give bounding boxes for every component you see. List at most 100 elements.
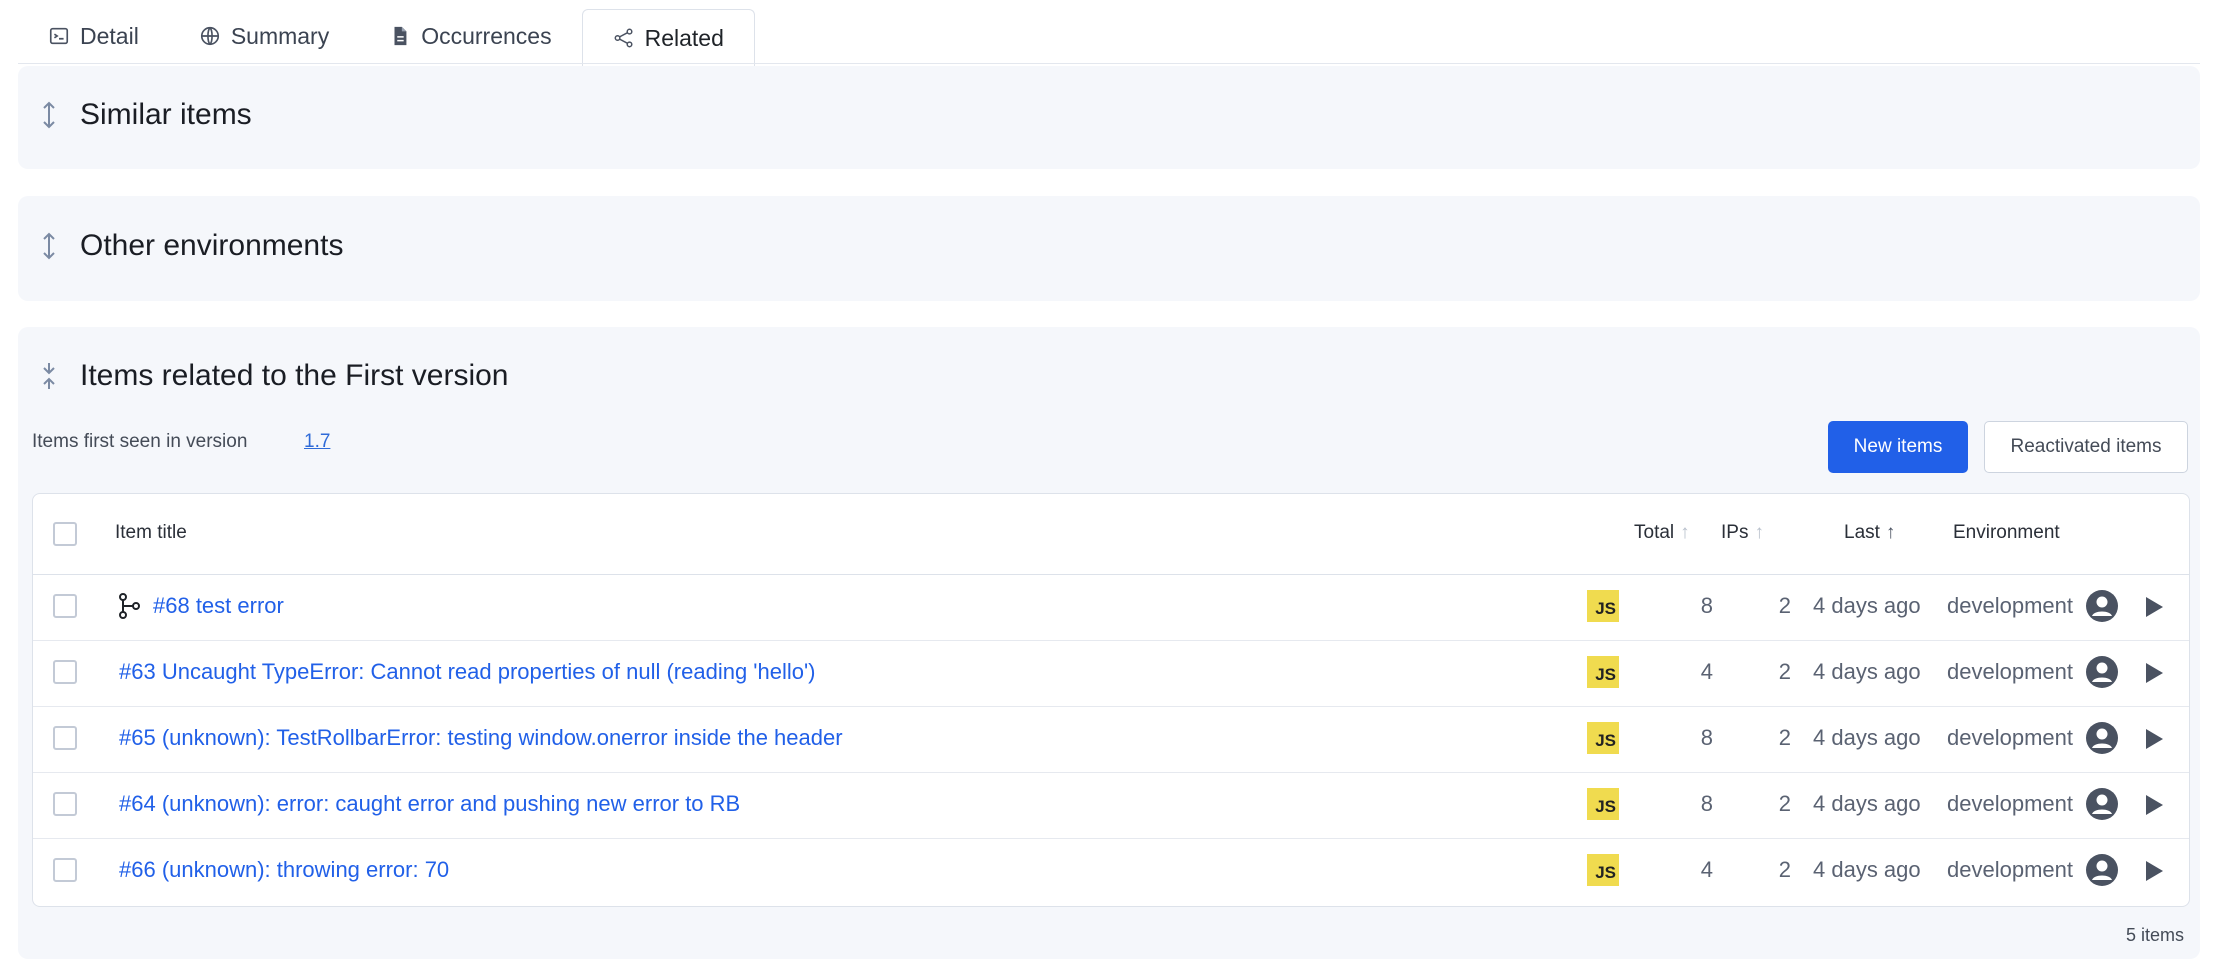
language-label: JS bbox=[1595, 665, 1616, 684]
total-count: 4 bbox=[1700, 857, 1713, 882]
ips-count: 2 bbox=[1778, 725, 1791, 750]
environment-value: development bbox=[1947, 857, 2073, 882]
ips-count: 2 bbox=[1778, 791, 1791, 816]
tab-label: Detail bbox=[80, 22, 139, 49]
play-icon[interactable] bbox=[2143, 793, 2165, 817]
file-icon bbox=[394, 26, 407, 46]
total-count: 8 bbox=[1700, 791, 1713, 816]
row-checkbox[interactable] bbox=[53, 660, 77, 684]
total-count: 8 bbox=[1700, 725, 1713, 750]
expand-vertical-icon bbox=[43, 232, 55, 260]
ips-count: 2 bbox=[1778, 857, 1791, 882]
tab-detail[interactable]: Detail bbox=[18, 8, 169, 64]
table-header: Item title Total ↑ IPs ↑ Last ↑ Environment bbox=[33, 494, 2189, 575]
javascript-icon: JS bbox=[1587, 656, 1619, 688]
header-label: IPs bbox=[1721, 522, 1749, 543]
user-avatar-icon[interactable] bbox=[2085, 853, 2119, 887]
last-seen: 4 days ago bbox=[1813, 659, 1921, 684]
similar-items-header[interactable]: Similar items bbox=[38, 98, 252, 132]
tab-related[interactable]: Related bbox=[581, 9, 755, 66]
tabs-divider bbox=[18, 63, 2200, 64]
reactivated-items-button[interactable]: Reactivated items bbox=[1984, 421, 2188, 473]
tab-summary[interactable]: Summary bbox=[169, 8, 359, 64]
header-ips[interactable]: IPs ↑ bbox=[1721, 522, 1764, 544]
first-version-section: Items related to the First version Items… bbox=[18, 327, 2200, 959]
play-icon[interactable] bbox=[2143, 859, 2165, 883]
ips-count: 2 bbox=[1778, 593, 1791, 618]
items-table: Item title Total ↑ IPs ↑ Last ↑ Environment… bbox=[32, 493, 2190, 907]
share-icon bbox=[614, 28, 633, 48]
tab-bar: Detail Summary Occurrences Related bbox=[18, 8, 755, 66]
javascript-icon: JS bbox=[1587, 854, 1619, 886]
language-label: JS bbox=[1595, 599, 1616, 618]
other-environments-header[interactable]: Other environments bbox=[38, 229, 343, 263]
other-environments-section: Other environments bbox=[18, 196, 2200, 301]
language-label: JS bbox=[1595, 731, 1616, 750]
globe-icon bbox=[200, 26, 219, 46]
last-seen: 4 days ago bbox=[1813, 593, 1921, 618]
tab-occurrences[interactable]: Occurrences bbox=[359, 8, 581, 64]
header-item-title: Item title bbox=[115, 522, 187, 544]
last-seen: 4 days ago bbox=[1813, 725, 1921, 750]
row-checkbox[interactable] bbox=[53, 858, 77, 882]
item-title-link[interactable]: #63 Uncaught TypeError: Cannot read prop… bbox=[119, 659, 816, 685]
ips-count: 2 bbox=[1778, 659, 1791, 684]
javascript-icon: JS bbox=[1587, 590, 1619, 622]
play-icon[interactable] bbox=[2143, 661, 2165, 685]
table-row[interactable]: #65 (unknown): TestRollbarError: testing… bbox=[33, 706, 2189, 773]
environment-value: development bbox=[1947, 659, 2073, 684]
item-title-link[interactable]: #68 test error bbox=[153, 593, 284, 619]
table-row[interactable]: #63 Uncaught TypeError: Cannot read prop… bbox=[33, 640, 2189, 707]
header-label: Last bbox=[1844, 522, 1880, 543]
table-row[interactable]: #68 test error JS 8 2 4 days ago development bbox=[33, 574, 2189, 641]
user-avatar-icon[interactable] bbox=[2085, 721, 2119, 755]
section-title: Other environments bbox=[80, 229, 344, 262]
tab-label: Summary bbox=[230, 22, 330, 49]
user-avatar-icon[interactable] bbox=[2085, 787, 2119, 821]
branch-icon bbox=[119, 593, 140, 619]
language-label: JS bbox=[1595, 797, 1616, 816]
environment-value: development bbox=[1947, 593, 2073, 618]
section-title: Items related to the First version bbox=[80, 359, 509, 392]
header-label: Environment bbox=[1953, 522, 2060, 543]
header-total[interactable]: Total ↑ bbox=[1634, 522, 1690, 544]
row-checkbox[interactable] bbox=[53, 726, 77, 750]
total-count: 8 bbox=[1700, 593, 1713, 618]
first-version-header[interactable]: Items related to the First version bbox=[38, 359, 509, 393]
table-row[interactable]: #66 (unknown): throwing error: 70 JS 4 2 4 d… bbox=[33, 838, 2189, 904]
row-checkbox[interactable] bbox=[53, 594, 77, 618]
collapse-vertical-icon bbox=[43, 363, 55, 389]
javascript-icon: JS bbox=[1587, 788, 1619, 820]
item-count: 5 items bbox=[2125, 925, 2184, 945]
row-checkbox[interactable] bbox=[53, 792, 77, 816]
user-avatar-icon[interactable] bbox=[2085, 655, 2119, 689]
select-all-checkbox[interactable] bbox=[53, 522, 77, 546]
expand-vertical-icon bbox=[43, 101, 55, 129]
user-avatar-icon[interactable] bbox=[2085, 589, 2119, 623]
item-title-link[interactable]: #66 (unknown): throwing error: 70 bbox=[119, 857, 449, 883]
sort-arrow-icon: ↑ bbox=[1680, 522, 1690, 543]
last-seen: 4 days ago bbox=[1813, 857, 1921, 882]
version-subtitle: Items first seen in version bbox=[32, 431, 248, 452]
header-last[interactable]: Last ↑ bbox=[1844, 522, 1895, 544]
tab-label: Related bbox=[644, 24, 724, 51]
sort-arrow-icon: ↑ bbox=[1754, 522, 1764, 543]
language-label: JS bbox=[1595, 863, 1616, 882]
item-title-link[interactable]: #65 (unknown): TestRollbarError: testing… bbox=[119, 725, 843, 751]
play-icon[interactable] bbox=[2143, 595, 2165, 619]
header-environment: Environment bbox=[1953, 522, 2060, 544]
environment-value: development bbox=[1947, 725, 2073, 750]
item-title-link[interactable]: #64 (unknown): error: caught error and p… bbox=[119, 791, 740, 817]
javascript-icon: JS bbox=[1587, 722, 1619, 754]
tab-label: Occurrences bbox=[421, 22, 552, 49]
last-seen: 4 days ago bbox=[1813, 791, 1921, 816]
environment-value: development bbox=[1947, 791, 2073, 816]
total-count: 4 bbox=[1700, 659, 1713, 684]
play-icon[interactable] bbox=[2143, 727, 2165, 751]
header-label: Item title bbox=[115, 522, 187, 543]
table-row[interactable]: #64 (unknown): error: caught error and p… bbox=[33, 772, 2189, 839]
version-link[interactable]: 1.7 bbox=[304, 431, 330, 453]
terminal-icon bbox=[49, 27, 69, 45]
header-label: Total bbox=[1634, 522, 1675, 543]
new-items-button[interactable]: New items bbox=[1828, 421, 1968, 473]
